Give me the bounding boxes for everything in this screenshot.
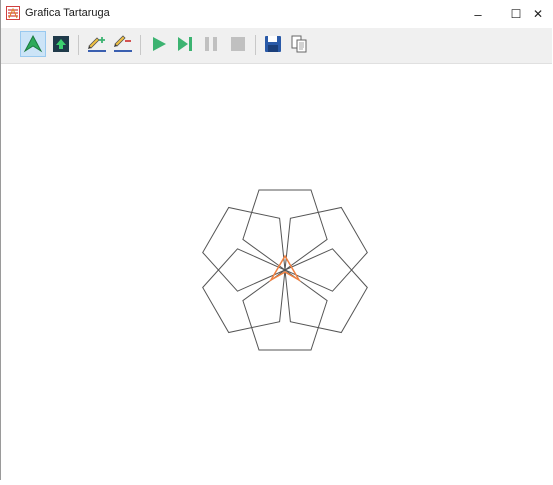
toolbar-separator — [255, 35, 256, 55]
save-button[interactable] — [260, 31, 286, 57]
copy-icon — [291, 35, 307, 53]
pentagon-path — [242, 189, 328, 271]
play-icon — [153, 37, 166, 51]
turtle-up-button[interactable] — [48, 31, 74, 57]
app-window: Grafica Tartaruga – ☐ ✕ — [0, 0, 552, 480]
title-bar[interactable]: Grafica Tartaruga – ☐ ✕ — [1, 0, 552, 28]
stop-button[interactable] — [225, 31, 251, 57]
floppy-disk-icon — [265, 36, 281, 52]
toolbar — [1, 28, 552, 64]
toolbar-separator — [140, 35, 141, 55]
copy-button[interactable] — [286, 31, 312, 57]
turtle-arrow-icon — [23, 34, 43, 53]
minimize-button[interactable]: – — [459, 0, 497, 28]
pause-button[interactable] — [198, 31, 224, 57]
pentagon-path — [242, 269, 328, 351]
window-title: Grafica Tartaruga — [25, 7, 110, 19]
run-button[interactable] — [146, 31, 172, 57]
pen-up-button[interactable] — [110, 31, 136, 57]
pause-icon — [205, 37, 217, 51]
pen-down-icon — [88, 37, 106, 52]
stop-icon — [231, 37, 245, 51]
turtle-drawing — [202, 189, 368, 351]
close-button[interactable]: ✕ — [523, 0, 553, 28]
toolbar-separator — [78, 35, 79, 55]
step-button[interactable] — [172, 31, 198, 57]
app-logo-icon — [6, 6, 20, 20]
pen-down-button[interactable] — [84, 31, 110, 57]
pen-up-icon — [114, 35, 132, 52]
turtle-visible-button[interactable] — [20, 31, 46, 57]
up-arrow-square-icon — [53, 36, 69, 52]
step-forward-icon — [178, 37, 192, 51]
turtle-canvas[interactable] — [1, 64, 552, 480]
